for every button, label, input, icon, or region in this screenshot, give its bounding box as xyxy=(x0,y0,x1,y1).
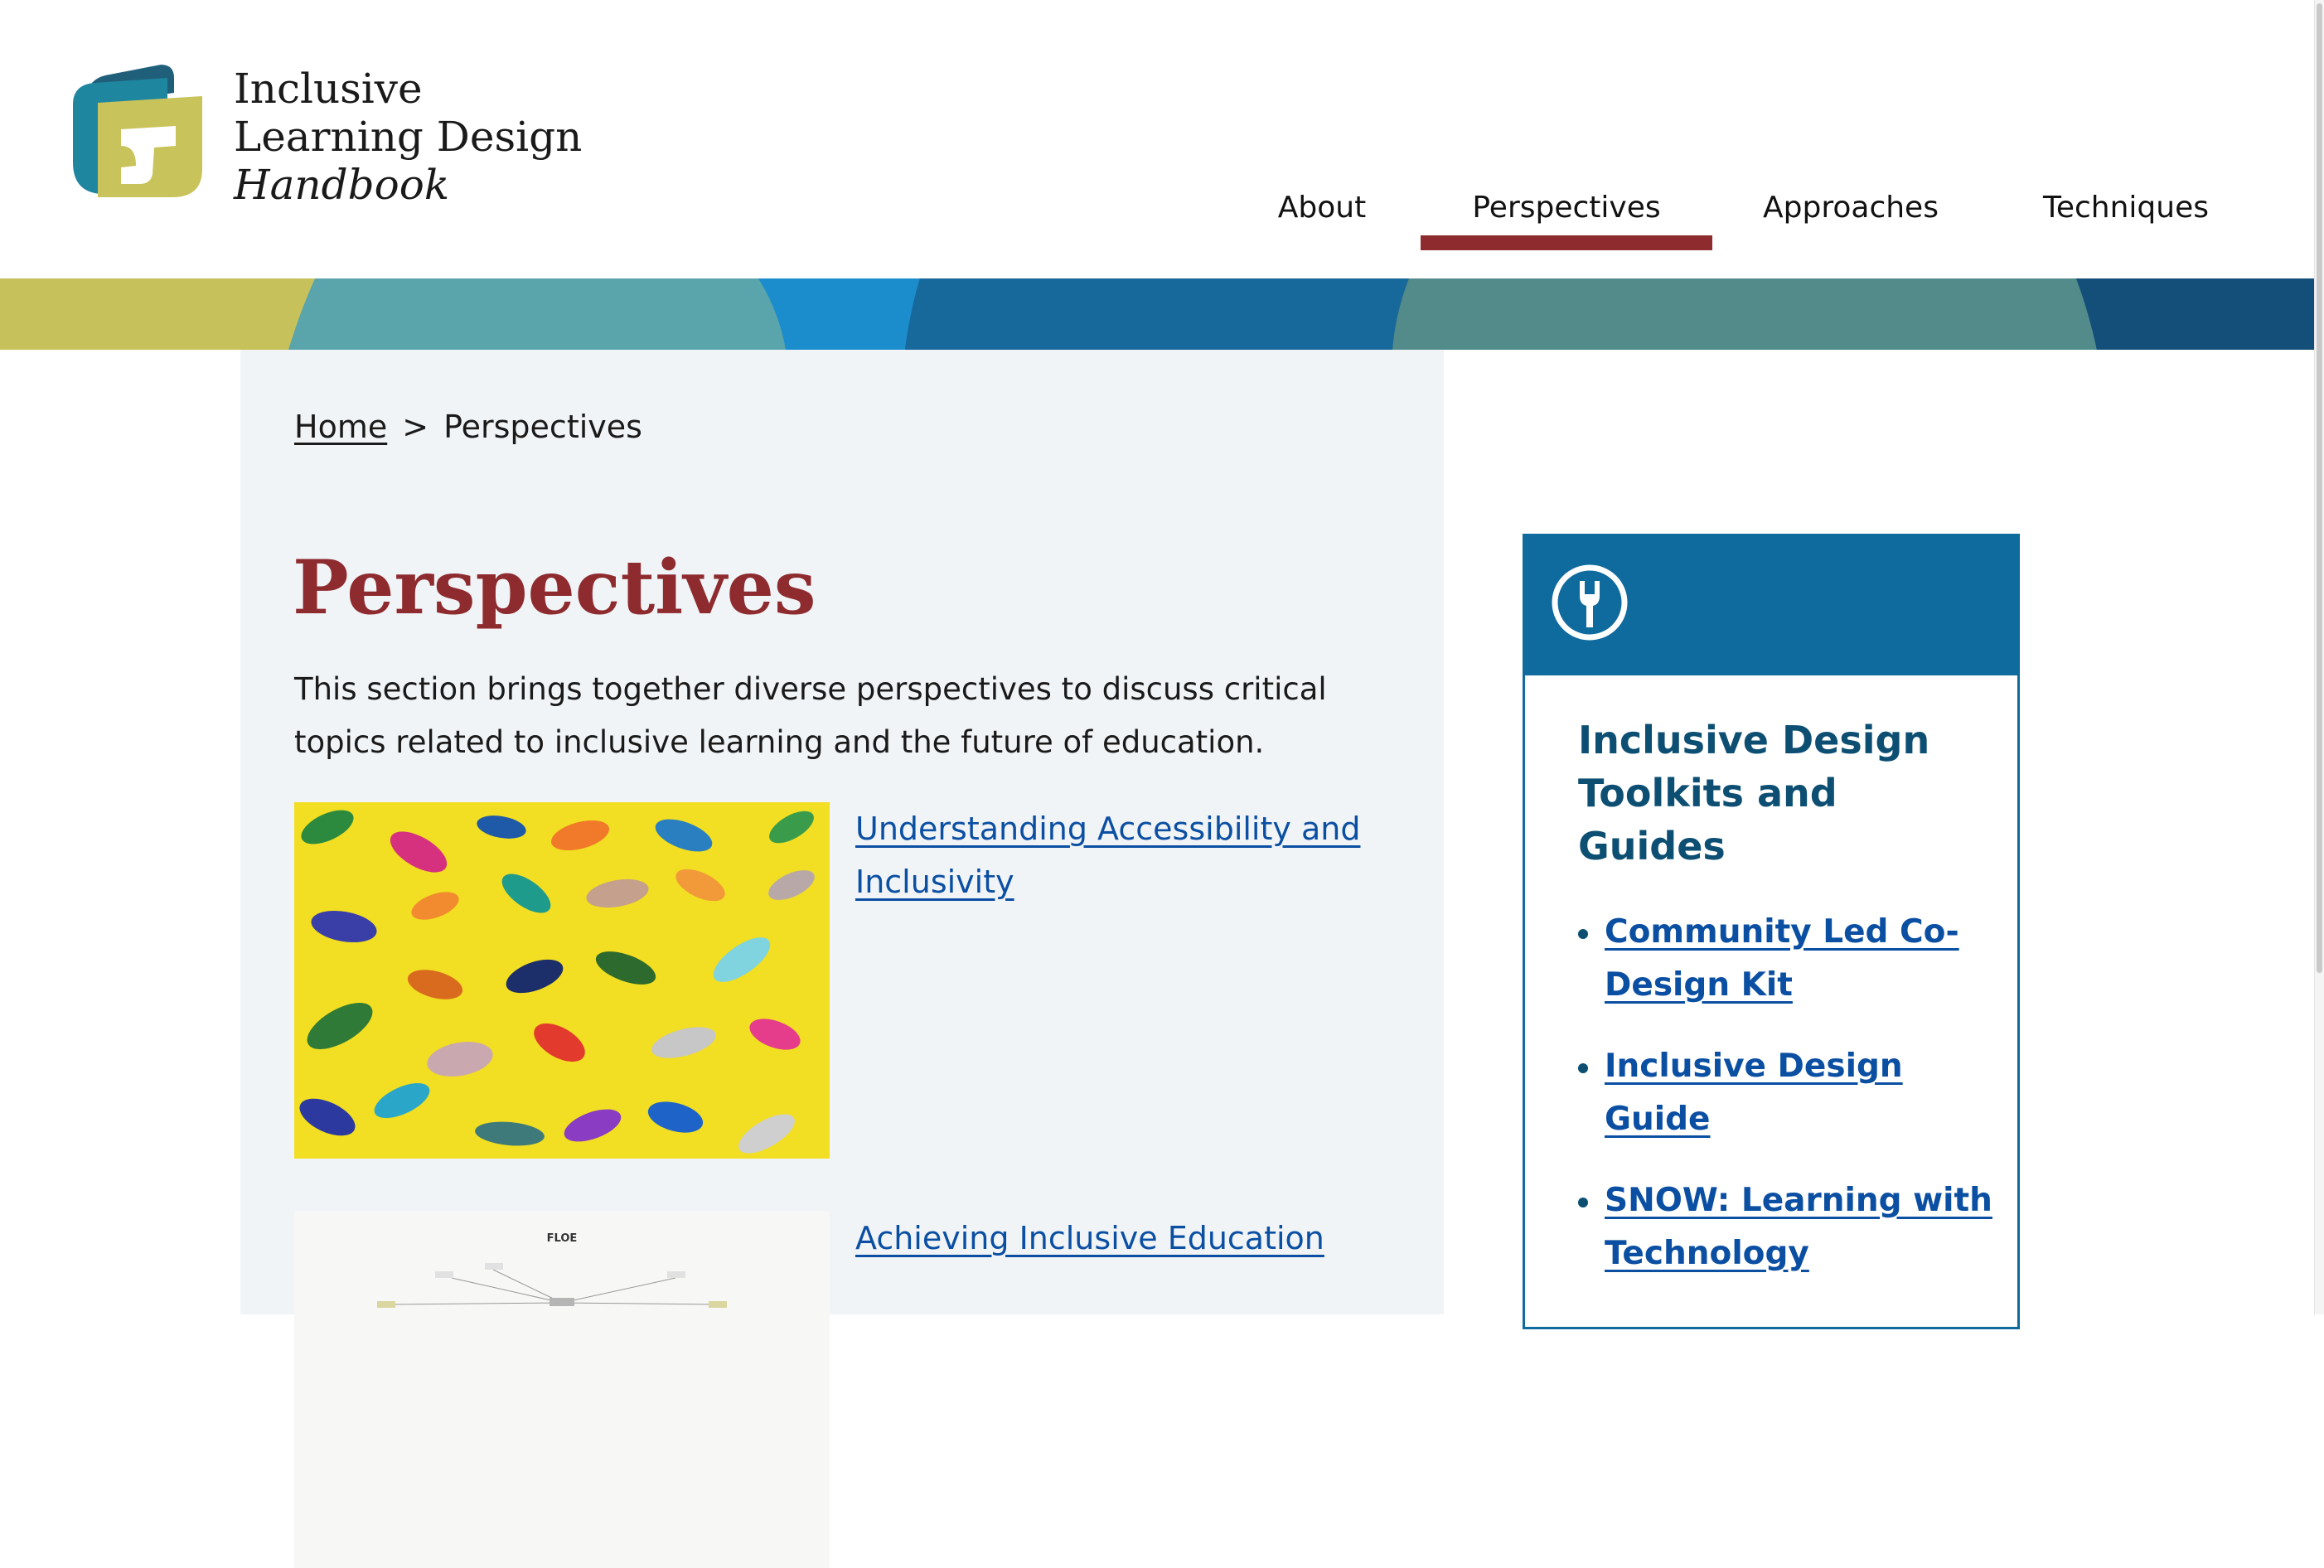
nav-item-perspectives[interactable]: Perspectives xyxy=(1421,184,1712,250)
toolkits-sidebar: Inclusive Design Toolkits and Guides Com… xyxy=(1523,534,2020,1329)
card-link-accessibility[interactable]: Understanding Accessibility and Inclusiv… xyxy=(855,802,1419,908)
link-inclusive-design-guide[interactable]: Inclusive Design Guide xyxy=(1605,1048,1903,1138)
nav-item-approaches[interactable]: Approaches xyxy=(1747,184,1954,250)
list-item: Inclusive Design Guide xyxy=(1578,1040,2001,1146)
decorative-banner xyxy=(0,278,2314,350)
list-item: Community Led Co-Design Kit xyxy=(1578,906,2001,1012)
concept-mindmap-image[interactable]: FLOE xyxy=(294,1212,830,1568)
page-scrollbar[interactable] xyxy=(2314,0,2324,1314)
breadcrumb-home-link[interactable]: Home xyxy=(294,409,387,445)
scrollbar-thumb[interactable] xyxy=(2317,3,2322,973)
main-content: Home > Perspectives Perspectives This sect… xyxy=(240,350,1444,1568)
breadcrumb: Home > Perspectives xyxy=(294,406,642,448)
handbook-logo-icon[interactable] xyxy=(70,60,212,202)
nav-item-about[interactable]: About xyxy=(1260,184,1384,250)
sidebar-header xyxy=(1525,536,2017,675)
concept-mindmap-illustration: FLOE xyxy=(294,1212,830,1568)
sidebar-title: Inclusive Design Toolkits and Guides xyxy=(1578,718,1930,869)
nav-item-techniques[interactable]: Techniques xyxy=(2022,184,2230,250)
site-header: Inclusive Learning Design Handbook About… xyxy=(0,0,2314,278)
page-title: Perspectives xyxy=(293,544,816,632)
list-item: SNOW: Learning with Technology xyxy=(1578,1174,2001,1280)
main-nav: About Perspectives Approaches Techniques xyxy=(0,184,2314,250)
link-co-design-kit[interactable]: Community Led Co-Design Kit xyxy=(1605,913,1959,1004)
intro-text: This section brings together diverse per… xyxy=(294,671,1327,760)
mindmap-image-label: FLOE xyxy=(547,1232,578,1245)
breadcrumb-current: Perspectives xyxy=(443,409,642,445)
sidebar-link-list: Community Led Co-Design Kit Inclusive De… xyxy=(1578,906,2001,1309)
toy-animals-image[interactable] xyxy=(294,802,830,1159)
site-title-line-2: Learning Design xyxy=(234,113,583,161)
wrench-icon xyxy=(1552,564,1628,641)
card-link-inclusive-education[interactable]: Achieving Inclusive Education xyxy=(855,1212,1419,1265)
breadcrumb-separator: > xyxy=(402,409,429,445)
link-snow-learning[interactable]: SNOW: Learning with Technology xyxy=(1605,1182,1992,1272)
toy-animals-illustration xyxy=(294,802,830,1159)
site-title-line-1: Inclusive xyxy=(234,65,423,113)
